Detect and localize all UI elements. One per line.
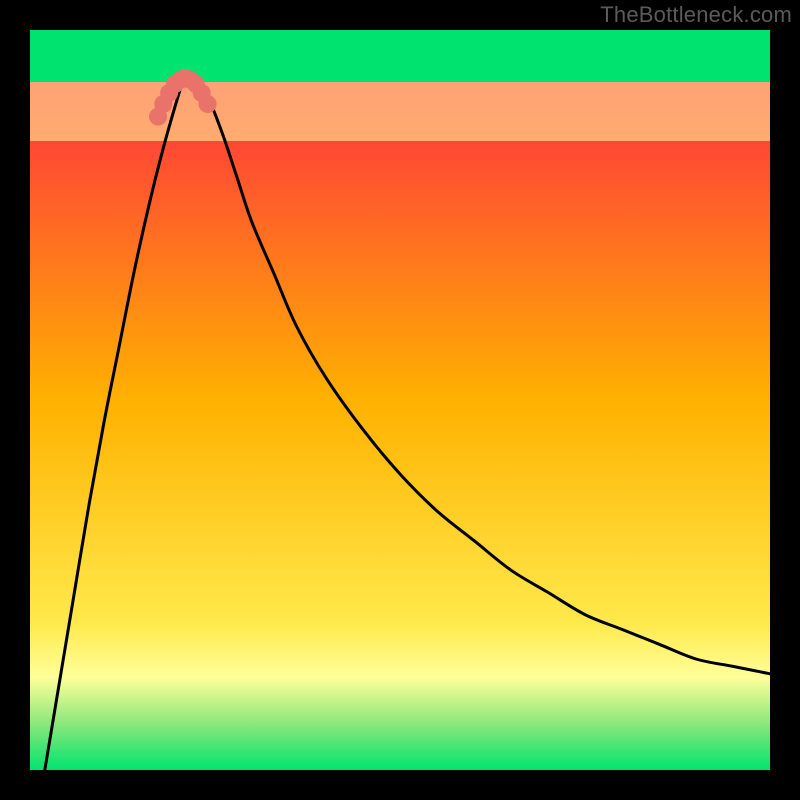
bottleneck-chart [0,0,800,800]
pale-band [30,82,770,141]
chart-stage: TheBottleneck.com [0,0,800,800]
watermark-text: TheBottleneck.com [600,2,792,28]
marker-dot [199,95,217,113]
green-band [30,30,770,82]
